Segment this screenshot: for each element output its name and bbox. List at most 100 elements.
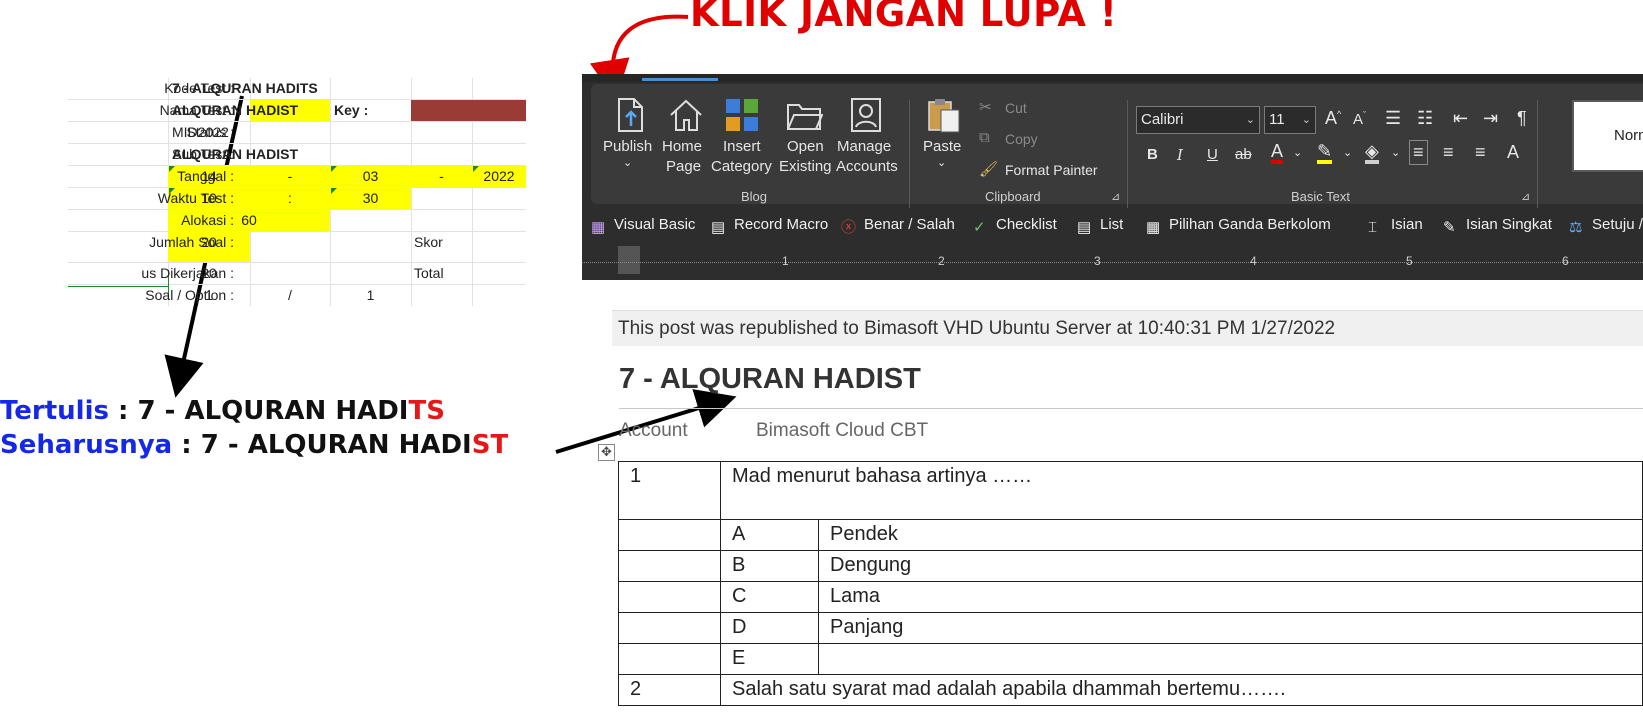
visual-basic-icon: ▦ (591, 219, 606, 236)
checklist-button[interactable]: ✓ Checklist (973, 216, 1057, 236)
skor-label: Skor (414, 234, 443, 250)
option-key[interactable]: E (720, 643, 819, 675)
question-number[interactable]: 1 (618, 461, 721, 520)
align-right-icon[interactable]: ≡ (1475, 142, 1486, 163)
table-row: E (618, 643, 1643, 675)
font-name-combo[interactable]: Calibri ⌄ (1136, 106, 1260, 134)
account-value[interactable]: Bimasoft Cloud CBT (756, 420, 928, 442)
tanggal-year[interactable]: 2022 (472, 166, 526, 187)
decrease-indent-icon[interactable]: ⇤ (1453, 108, 1468, 129)
italic-icon[interactable]: I (1177, 146, 1183, 164)
visual-basic-button[interactable]: ▦ Visual Basic (591, 216, 695, 236)
option-text[interactable]: Lama (818, 581, 1643, 613)
dialog-launcher-icon[interactable]: ⊿ (1111, 190, 1120, 203)
option-text[interactable]: Dengung (818, 550, 1643, 582)
cross-circle-icon: ⓧ (841, 219, 857, 236)
option-text[interactable]: Panjang (818, 612, 1643, 644)
highlight-icon[interactable]: ✎ (1317, 142, 1333, 164)
paste-icon (928, 99, 960, 133)
numbering-icon[interactable]: ☷ (1417, 108, 1433, 129)
account-label: Account (619, 420, 688, 441)
grow-font-icon[interactable]: A^ (1325, 108, 1341, 129)
question-text[interactable]: Mad menurut bahasa artinya …… (720, 461, 1643, 520)
table-row: A Pendek (618, 519, 1643, 551)
insert-category-button[interactable]: Insert Category (711, 90, 775, 180)
option-key[interactable]: C (720, 581, 819, 613)
bullets-icon[interactable]: ☰ (1385, 108, 1401, 129)
chevron-down-icon[interactable]: ⌄ (1293, 146, 1302, 159)
jumlah-value[interactable]: 20 (168, 232, 250, 253)
home-page-button[interactable]: Home Page (661, 90, 711, 180)
clear-formatting-icon[interactable]: A (1507, 142, 1519, 163)
align-left-icon[interactable]: ≡ (1409, 140, 1428, 165)
shrink-font-icon[interactable]: Aˇ (1353, 110, 1366, 128)
alokasi-value[interactable]: 60 (168, 210, 330, 231)
record-macro-button[interactable]: ▤ Record Macro (711, 216, 828, 236)
pilcrow-icon[interactable]: ¶ (1517, 108, 1527, 129)
grid-icon: ▦ (1146, 219, 1161, 236)
option-key[interactable]: A (720, 519, 819, 551)
check-icon: ✓ (973, 219, 986, 236)
manage-accounts-button[interactable]: Manage Accounts (835, 90, 899, 180)
post-title[interactable]: 7 - ALQURAN HADIST (619, 363, 921, 396)
cut-button[interactable]: ✂ Cut (979, 98, 1059, 120)
question-text[interactable]: Salah satu syarat mad adalah apabila dha… (720, 674, 1643, 706)
increase-indent-icon[interactable]: ⇥ (1483, 108, 1498, 129)
isian-button[interactable]: ⌶ Isian (1368, 216, 1423, 236)
publish-icon (618, 98, 643, 132)
option-b[interactable]: 1 (330, 285, 411, 306)
tanggal-sep2: - (439, 168, 444, 184)
kode-value[interactable]: 7 - ALQURAN HADITS (172, 78, 318, 99)
option-text[interactable] (818, 643, 1643, 675)
publish-button[interactable]: Publish ⌄ (601, 90, 659, 180)
paste-button[interactable]: Paste ⌄ (919, 90, 971, 180)
key-brown-fill (411, 100, 526, 121)
key-label: Key : (334, 102, 369, 118)
option-a[interactable]: 1 (168, 285, 250, 306)
waktu-hour[interactable]: 10 (168, 188, 250, 209)
list-icon: ▤ (1077, 219, 1092, 236)
open-existing-button[interactable]: Open Existing (777, 90, 833, 180)
strikethrough-icon[interactable]: ab (1235, 146, 1252, 163)
underline-icon[interactable]: U (1207, 146, 1218, 163)
waktu-minute[interactable]: 30 (330, 188, 411, 209)
option-key[interactable]: D (720, 612, 819, 644)
chevron-down-icon[interactable]: ⌄ (1343, 146, 1352, 159)
benar-salah-button[interactable]: ⓧ Benar / Salah (841, 216, 955, 236)
quick-access-toolbar: ▦ Visual Basic ▤ Record Macro ⓧ Benar / Sal… (591, 210, 1643, 240)
ribbon-body: Publish ⌄ Home Page Insert Category Open… (591, 84, 1643, 208)
list-button[interactable]: ▤ List (1077, 216, 1123, 236)
table-row: C Lama (618, 581, 1643, 613)
status-value[interactable]: MID2022 (172, 122, 229, 143)
account-icon (851, 98, 881, 132)
tanggal-day[interactable]: 14 (168, 166, 250, 187)
table-move-handle-icon[interactable]: ✥ (598, 444, 615, 461)
font-color-icon[interactable]: A (1271, 142, 1284, 164)
nama-value-b[interactable]: HADIST (246, 100, 298, 121)
option-sep: / (288, 287, 292, 303)
question-number[interactable]: 2 (618, 674, 721, 706)
format-painter-button[interactable]: 🖌 Format Painter (979, 160, 1109, 182)
chevron-down-icon[interactable]: ⌄ (1391, 146, 1400, 159)
ruler[interactable]: 1 2 3 4 5 6 (582, 246, 1643, 278)
dikerjakan-value[interactable]: 20 (168, 263, 250, 284)
copy-button[interactable]: ⧉ Copy (979, 129, 1059, 151)
subtest-value[interactable]: ALQURAN HADIST (172, 144, 298, 165)
pilihan-ganda-button[interactable]: ▦ Pilihan Ganda Berkolom (1146, 216, 1331, 236)
isian-singkat-button[interactable]: ✎ Isian Singkat (1443, 216, 1552, 236)
style-normal-tile[interactable]: Normal (1572, 100, 1643, 172)
waktu-sep: : (288, 190, 292, 206)
align-center-icon[interactable]: ≡ (1443, 142, 1454, 163)
dialog-launcher-icon[interactable]: ⊿ (1521, 190, 1530, 203)
shading-icon[interactable]: ◈ (1365, 142, 1379, 164)
option-key[interactable]: B (720, 550, 819, 582)
grid-row (68, 262, 526, 263)
indent-marker[interactable] (618, 246, 640, 274)
tab-strip (582, 74, 1643, 82)
nama-value-a[interactable]: ALQURAN (172, 100, 242, 121)
font-size-combo[interactable]: 11 ⌄ (1264, 106, 1316, 134)
tanggal-month[interactable]: 03 (330, 166, 411, 187)
option-text[interactable]: Pendek (818, 519, 1643, 551)
setuju-button[interactable]: ⚖ Setuju / (1569, 216, 1643, 236)
bold-icon[interactable]: B (1147, 146, 1158, 163)
